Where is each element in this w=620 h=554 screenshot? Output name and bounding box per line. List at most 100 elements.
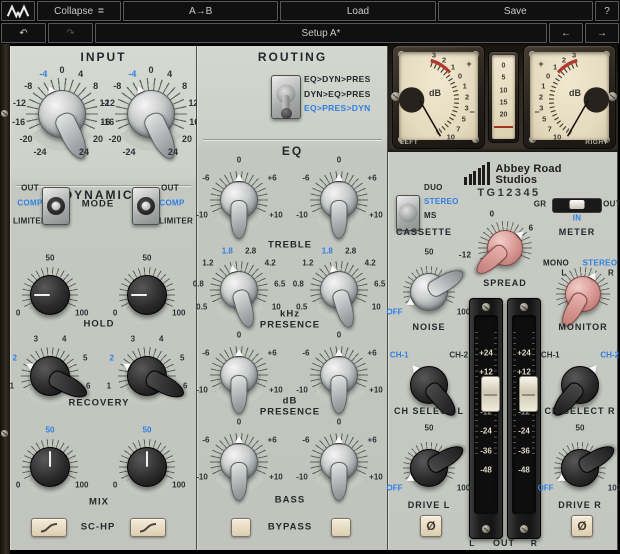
scale-label: CH-1 <box>389 350 409 360</box>
scale-label: 3 <box>130 334 136 344</box>
bass-left-knob[interactable]: -10 -6 0 +6 +10 <box>196 418 283 504</box>
presence-label: PRESENCE <box>259 319 321 331</box>
waves-logo-icon <box>6 4 30 18</box>
routing-option-1[interactable]: EQ>DYN>PRES <box>304 72 371 87</box>
vu-meter-left: 3210123571020 dB + − LEFT <box>391 45 485 149</box>
presence-gain-left-knob[interactable]: -10 -6 0 +6 +10 <box>196 330 283 417</box>
help-button[interactable]: ? <box>594 1 619 21</box>
schp-right-button[interactable] <box>130 518 166 537</box>
scale-label: -10 <box>196 472 208 482</box>
out-l-label: L <box>469 538 475 548</box>
hold-right-knob[interactable]: 0 50 100 <box>107 254 187 335</box>
scale-label: -48 <box>480 465 492 475</box>
waves-logo-button[interactable] <box>1 1 35 21</box>
treble-left-knob[interactable]: -10 -6 0 +6 +10 <box>196 156 283 242</box>
slider-handle[interactable] <box>569 200 585 209</box>
scale-label: +6 <box>367 348 377 358</box>
drive-left-knob[interactable]: OFF 50 100 <box>386 423 471 510</box>
routing-switch[interactable] <box>271 75 301 119</box>
mode-comp-label-left[interactable]: COMP <box>17 199 42 208</box>
meter-mode-slider[interactable] <box>552 198 602 213</box>
mode-switch-left[interactable] <box>42 187 70 225</box>
treble-right-knob[interactable]: -10 -6 0 +6 +10 <box>296 156 383 242</box>
hold-left-knob[interactable]: 0 50 100 <box>10 254 90 335</box>
cassette-option-duo[interactable]: DUO <box>424 181 459 195</box>
fader-track-right[interactable]: +24+120-12-24-36-48 <box>512 315 536 514</box>
routing-option-2[interactable]: DYN>EQ>PRES <box>304 87 371 102</box>
ab-compare-button[interactable]: A→B <box>123 1 279 21</box>
load-button[interactable]: Load <box>280 1 436 21</box>
mode-out-label-right[interactable]: OUT <box>161 184 179 193</box>
meter-option-in[interactable]: IN <box>573 214 582 223</box>
drive-right-knob[interactable]: OFF 50 100 <box>537 424 620 510</box>
bypass-left-button[interactable] <box>231 518 251 537</box>
cassette-option-ms[interactable]: MS <box>424 209 459 223</box>
output-fader-right[interactable]: +24+120-12-24-36-48 <box>507 298 541 539</box>
scale-label: 24 <box>78 147 90 158</box>
output-fader-left[interactable]: +24+120-12-24-36-48 <box>469 298 503 539</box>
scale-label: -20 <box>108 134 122 145</box>
mode-comp-label-right[interactable]: COMP <box>159 199 184 208</box>
scale-label: 20 <box>562 139 570 140</box>
scale-label: +6 <box>367 435 377 445</box>
cassette-switch[interactable] <box>396 195 420 231</box>
scale-label: CH-2 <box>449 350 469 360</box>
save-button[interactable]: Save <box>437 1 593 21</box>
spread-label: SPREAD <box>483 278 527 288</box>
scale-label: 5 <box>180 353 185 363</box>
scale-label: 0 <box>236 330 242 340</box>
setup-selector[interactable]: Setup A* <box>95 23 547 43</box>
scale-label: 20 <box>499 111 508 119</box>
vu-minus-label: − <box>469 107 475 117</box>
undo-button[interactable]: ↶ <box>1 23 46 43</box>
scale-label: -20 <box>19 134 33 145</box>
mix-left-knob[interactable]: 0 50 100 <box>10 426 90 507</box>
scale-label: OFF <box>537 483 554 493</box>
fader-cap-left[interactable] <box>481 376 500 412</box>
scale-label: 15 <box>499 99 508 107</box>
scale-label: 10 <box>446 132 455 140</box>
schp-left-button[interactable] <box>31 518 67 537</box>
scale-label: -16 <box>12 116 26 127</box>
scale-label: 0.8 <box>292 279 304 289</box>
input-gain-right-knob[interactable]: -24 -20 -16 -12 -8 -4 0 4 8 12 16 20 24 <box>101 64 201 164</box>
monitor-stereo-label[interactable]: STEREO <box>583 259 618 268</box>
mode-limiter-label-right[interactable]: LIMITER <box>159 217 193 226</box>
monitor-mono-label[interactable]: MONO <box>543 259 569 268</box>
gr-redline <box>494 125 513 128</box>
meter-option-out[interactable]: OUT <box>603 200 620 209</box>
scale-label: -4 <box>39 69 48 80</box>
bass-right-knob[interactable]: -10 -6 0 +6 +10 <box>296 418 383 504</box>
mode-switch-right[interactable] <box>132 187 160 225</box>
bass-label: BASS <box>274 494 306 506</box>
scale-label: 50 <box>424 423 434 433</box>
scale-label: OFF <box>386 307 403 317</box>
next-preset-button[interactable]: → <box>585 23 619 43</box>
recovery-label: RECOVERY <box>68 397 130 409</box>
bypass-label: BYPASS <box>267 521 313 533</box>
collapse-button[interactable]: Collapse = <box>37 1 121 21</box>
prev-preset-button[interactable]: ← <box>549 23 583 43</box>
phase-right-button[interactable]: Ø <box>571 515 593 537</box>
phase-left-button[interactable]: Ø <box>420 515 442 537</box>
scale-label: 7 <box>456 124 461 134</box>
section-divider <box>203 139 382 140</box>
scale-label: +6 <box>267 173 277 183</box>
bypass-right-button[interactable] <box>331 518 351 537</box>
scale-label: 4 <box>158 334 164 344</box>
routing-option-3[interactable]: EQ>PRES>DYN <box>304 101 371 116</box>
redo-button[interactable]: ↷ <box>48 23 93 43</box>
scale-label: -36 <box>480 446 492 456</box>
scale-label: 0 <box>112 480 118 490</box>
scale-label: +10 <box>269 385 283 395</box>
scale-label: 1 <box>541 81 546 91</box>
toolbar: Collapse = A→B Load Save ? ↶ ↷ Setup A* … <box>0 0 620 44</box>
vu-meter-right: 3210123571020 dB + − RIGHT <box>523 45 617 149</box>
brand-line2: Studios <box>495 173 538 186</box>
mode-out-label-left[interactable]: OUT <box>21 184 39 193</box>
scale-label: -8 <box>113 80 122 91</box>
scale-label: 0 <box>15 480 21 490</box>
mix-right-knob[interactable]: 0 50 100 <box>107 426 187 507</box>
cassette-option-stereo[interactable]: STEREO <box>424 195 459 209</box>
presence-gain-right-knob[interactable]: -10 -6 0 +6 +10 <box>296 331 383 417</box>
